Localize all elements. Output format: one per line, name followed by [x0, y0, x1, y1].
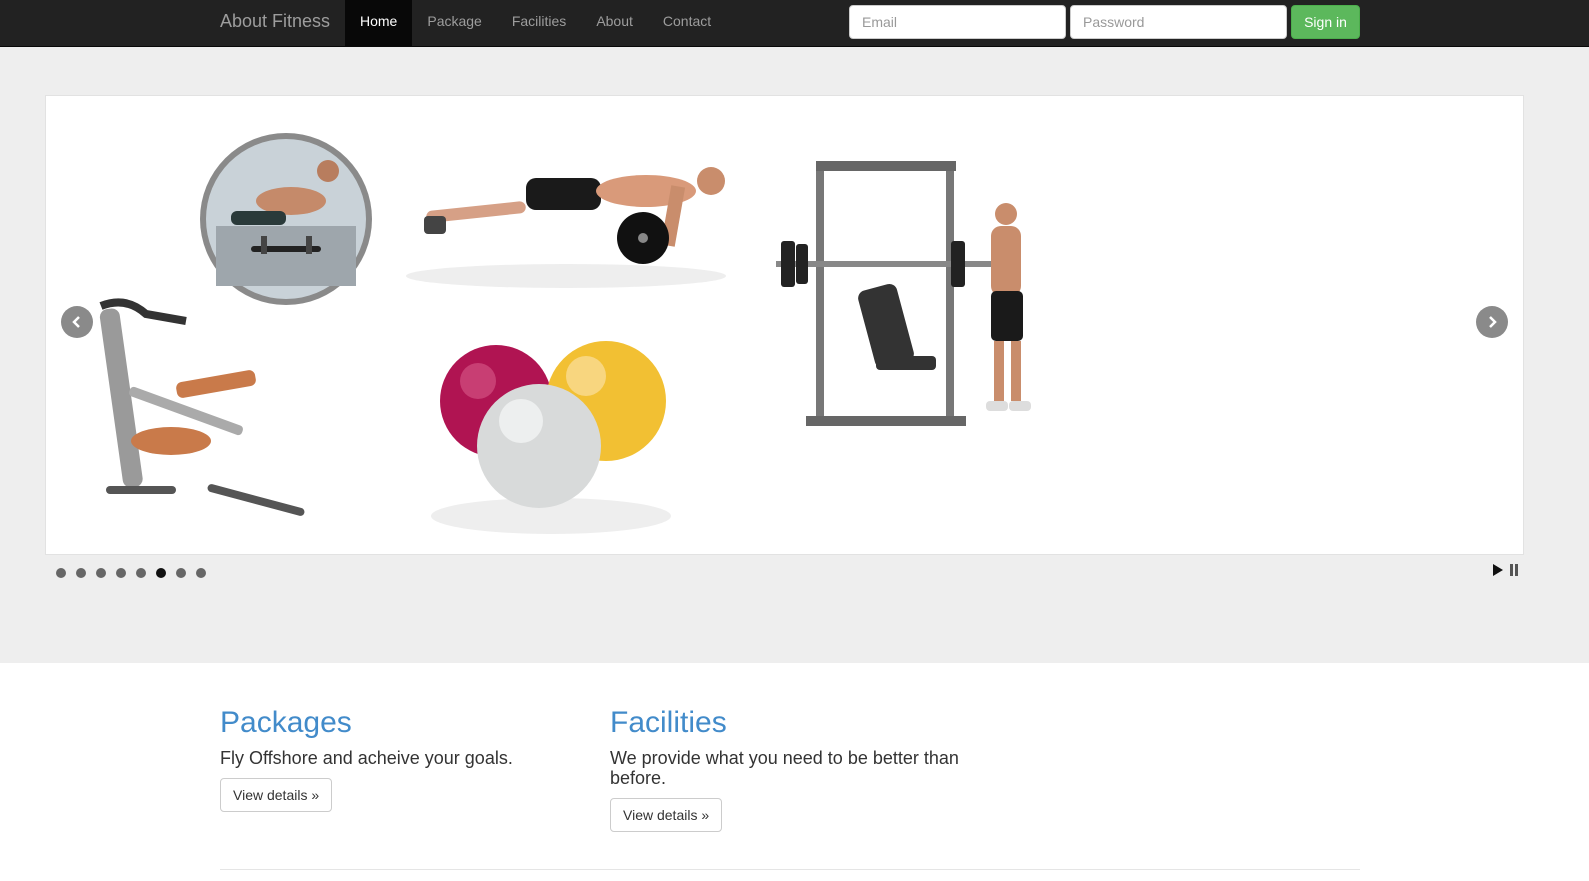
- push-up-bars-image: [200, 133, 372, 305]
- nav-item-package[interactable]: Package: [412, 0, 496, 46]
- slider-dot[interactable]: [96, 568, 106, 578]
- facilities-text: We provide what you need to be better th…: [610, 748, 959, 788]
- slider-controls: [1493, 564, 1519, 576]
- nav-item-contact[interactable]: Contact: [648, 0, 726, 46]
- next-slide-button[interactable]: [1476, 306, 1508, 338]
- chevron-right-icon: [1489, 316, 1497, 328]
- pause-icon[interactable]: [1509, 564, 1519, 576]
- nav-item-about[interactable]: About: [581, 0, 648, 46]
- packages-heading: Packages: [220, 706, 352, 739]
- brand-link[interactable]: About Fitness: [220, 0, 330, 46]
- push-up-barbell-image: [406, 167, 726, 288]
- password-field[interactable]: [1070, 5, 1287, 39]
- slider-dot[interactable]: [56, 568, 66, 578]
- packages-view-details-button[interactable]: View details »: [220, 778, 333, 812]
- smith-machine-image: [776, 161, 1031, 426]
- nav-item-home[interactable]: Home: [345, 0, 413, 46]
- slider-dot[interactable]: [196, 568, 206, 578]
- email-field[interactable]: [849, 5, 1066, 39]
- facilities-column: Facilities We provide what you need to b…: [610, 705, 970, 832]
- play-icon[interactable]: [1493, 564, 1503, 576]
- facilities-heading: Facilities: [610, 706, 727, 739]
- jumbotron: [0, 47, 1589, 663]
- main-nav: Home Package Facilities About Contact: [345, 0, 726, 46]
- image-slider: [45, 95, 1524, 555]
- slider-dot[interactable]: [116, 568, 126, 578]
- nav-item-facilities[interactable]: Facilities: [497, 0, 581, 46]
- exercise-bike-image: [99, 298, 305, 516]
- slider-dot-active[interactable]: [156, 568, 166, 578]
- slider-pagination: [56, 568, 206, 578]
- slide-image: [99, 133, 1031, 534]
- facilities-view-details-button[interactable]: View details »: [610, 798, 723, 832]
- chevron-left-icon: [72, 316, 80, 328]
- exercise-balls-image: [431, 341, 671, 534]
- slider-dot[interactable]: [136, 568, 146, 578]
- divider: [220, 869, 1360, 870]
- navbar: About Fitness Home Package Facilities Ab…: [0, 0, 1589, 47]
- packages-text: Fly Offshore and acheive your goals.: [220, 748, 513, 768]
- slider-dot[interactable]: [76, 568, 86, 578]
- packages-column: Packages Fly Offshore and acheive your g…: [220, 705, 580, 812]
- prev-slide-button[interactable]: [61, 306, 93, 338]
- sign-in-button[interactable]: Sign in: [1291, 5, 1360, 39]
- slider-dot[interactable]: [176, 568, 186, 578]
